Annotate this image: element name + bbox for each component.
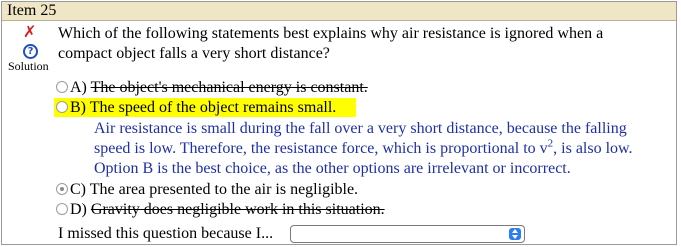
missed-reason-select[interactable] bbox=[290, 225, 525, 243]
item-title: Item 25 bbox=[7, 2, 57, 19]
option-d[interactable]: D) Gravity does negligible work in this … bbox=[56, 201, 385, 219]
radio-option-a[interactable] bbox=[56, 81, 68, 93]
option-b[interactable]: B) The speed of the object remains small… bbox=[56, 99, 336, 117]
explanation-line-2: speed is low. Therefore, the resistance … bbox=[94, 138, 674, 159]
option-a-letter: A) bbox=[70, 79, 87, 96]
option-b-text: The speed of the object remains small. bbox=[89, 99, 337, 116]
solution-label[interactable]: Solution bbox=[8, 60, 49, 73]
option-b-letter: B) bbox=[70, 99, 86, 116]
option-c-letter: C) bbox=[70, 181, 86, 198]
explanation-line-2-pre: speed is low. Therefore, the resistance … bbox=[94, 140, 548, 157]
option-c[interactable]: C) The area presented to the air is negl… bbox=[56, 181, 358, 199]
chevron-updown-icon[interactable] bbox=[509, 228, 521, 240]
option-d-letter: D) bbox=[70, 201, 87, 218]
explanation-line-2-post: , is also low. bbox=[553, 140, 633, 157]
radio-option-c[interactable] bbox=[56, 183, 68, 195]
explanation-line-1: Air resistance is small during the fall … bbox=[94, 120, 627, 137]
option-d-text: Gravity does negligible work in this sit… bbox=[90, 201, 385, 218]
question-panel: Item 25 ✗ ? Solution Which of the follow… bbox=[1, 1, 677, 245]
option-a[interactable]: A) The object's mechanical energy is con… bbox=[56, 79, 368, 97]
missed-reason-label: I missed this question because I... bbox=[58, 225, 274, 242]
x-mark-icon: ✗ bbox=[23, 22, 37, 41]
radio-option-b[interactable] bbox=[56, 101, 68, 113]
item-header: Item 25 bbox=[2, 2, 676, 21]
option-c-text: The area presented to the air is negligi… bbox=[89, 181, 359, 198]
explanation-line-3: Option B is the best choice, as the othe… bbox=[94, 160, 571, 177]
question-circle-icon[interactable]: ? bbox=[23, 44, 38, 59]
question-text: Which of the following statements best e… bbox=[58, 25, 604, 62]
option-a-text: The object's mechanical energy is consta… bbox=[90, 79, 368, 96]
radio-option-d[interactable] bbox=[56, 203, 68, 215]
explanation-text: Air resistance is small during the fall … bbox=[94, 119, 674, 179]
